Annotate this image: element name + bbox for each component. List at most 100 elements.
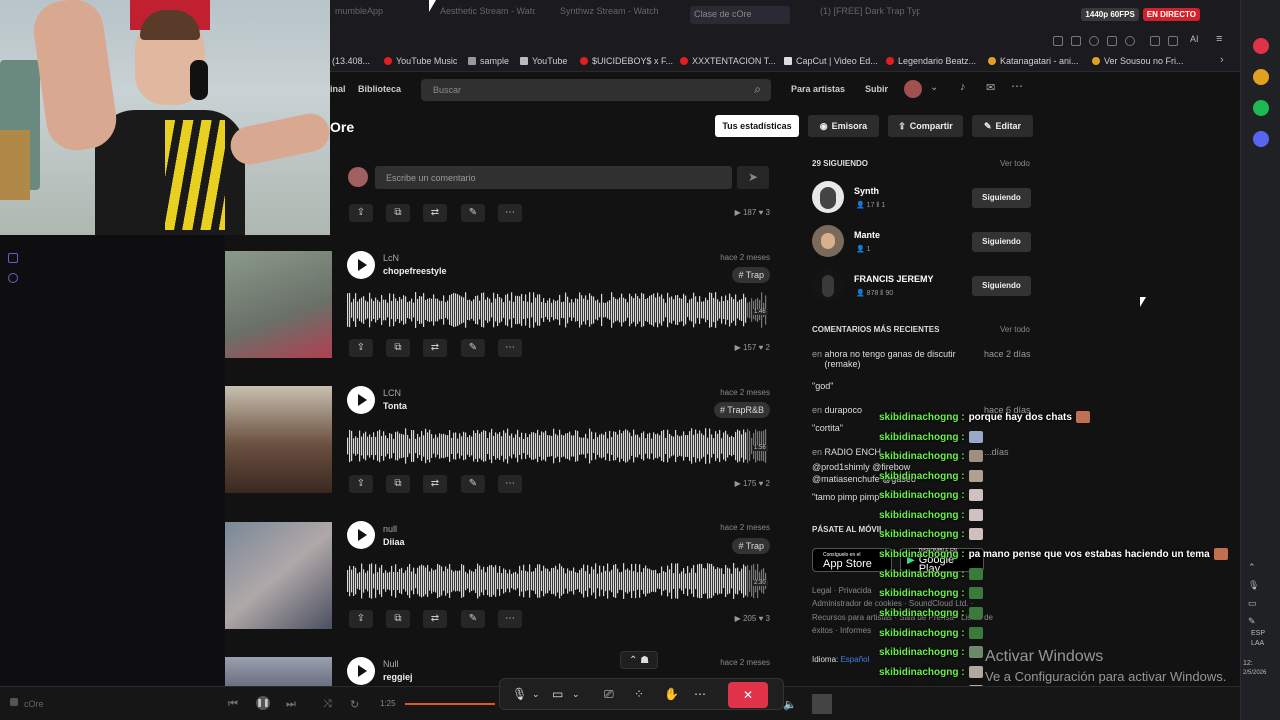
share-icon[interactable]: ⇪ (349, 204, 373, 222)
pen-icon[interactable]: ✎ (1248, 616, 1256, 627)
chat-username[interactable]: skibidinachogng : (879, 608, 965, 619)
spotify-icon[interactable] (1253, 100, 1269, 116)
browser-tab[interactable]: mumbleApp (335, 6, 405, 24)
track-artist[interactable]: null (383, 524, 397, 534)
sidebar-icon[interactable] (8, 253, 18, 263)
mail-icon[interactable]: ✉ (986, 81, 995, 94)
browser-tab-active[interactable]: Clase de cOre (690, 6, 790, 24)
pencil-icon[interactable]: ✎ (461, 339, 485, 357)
track-title[interactable]: Tonta (383, 401, 407, 411)
play-button[interactable] (347, 386, 375, 414)
track-tag[interactable]: # Trap (732, 538, 770, 554)
screenshot-icon[interactable] (1071, 36, 1081, 46)
track-artwork[interactable] (225, 657, 332, 686)
comment-track[interactable]: en RADIO ENCH... (812, 447, 889, 457)
avatar[interactable] (812, 225, 844, 257)
clock-time[interactable]: 12: (1243, 660, 1253, 667)
language-selector[interactable]: Idioma: Español (812, 655, 869, 664)
library-link[interactable]: Biblioteca (358, 84, 401, 94)
track-title[interactable]: chopefreestyle (383, 266, 447, 276)
hand-icon[interactable]: ✋ (664, 687, 679, 701)
stats-button[interactable]: Tus estadísticas (715, 115, 799, 137)
shield-icon[interactable] (1089, 36, 1099, 46)
repeat-icon[interactable]: ↻ (350, 698, 359, 711)
search-input[interactable]: Buscar ⌕ (421, 79, 771, 101)
see-all-link[interactable]: Ver todo (1000, 325, 1030, 334)
play-button[interactable] (347, 657, 375, 685)
gear-icon[interactable] (8, 273, 18, 283)
browser-tab[interactable]: Aesthetic Stream - Watch L (440, 6, 535, 24)
share-icon[interactable]: ⇪ (349, 610, 373, 628)
language-indicator[interactable]: ESP (1251, 630, 1265, 637)
bookmark-item[interactable]: Katanagatari - ani... (988, 56, 1079, 66)
sidebar-app-icon[interactable] (1253, 38, 1269, 54)
avatar[interactable] (812, 181, 844, 213)
bookmark-icon[interactable] (1053, 36, 1063, 46)
display-icon[interactable]: ▭ (1248, 598, 1257, 609)
track-artwork[interactable] (225, 251, 332, 358)
discord-icon[interactable] (1253, 131, 1269, 147)
chevron-up-icon[interactable]: ⌃ (1248, 562, 1256, 573)
following-button[interactable]: Siguiendo (972, 276, 1031, 296)
copy-icon[interactable]: ⧉ (386, 475, 410, 493)
copy-icon[interactable]: ⧉ (386, 610, 410, 628)
edit-button[interactable]: ✎ Editar (972, 115, 1033, 137)
share-icon[interactable]: ⇪ (349, 475, 373, 493)
track-artwork[interactable] (225, 522, 332, 629)
bookmark-item[interactable]: Legendario Beatz... (886, 56, 976, 66)
chevron-down-icon[interactable]: ⌄ (532, 689, 540, 700)
play-icon[interactable] (1107, 36, 1117, 46)
progress-bar[interactable] (405, 703, 495, 705)
track-title[interactable]: Diiaa (383, 537, 405, 547)
previous-icon[interactable]: ⏮ (228, 698, 238, 711)
play-button[interactable] (347, 521, 375, 549)
share-button[interactable]: ⇪ Compartir (888, 115, 963, 137)
pencil-icon[interactable]: ✎ (461, 475, 485, 493)
current-track-artwork[interactable] (812, 694, 832, 714)
more-icon[interactable]: ⋯ (694, 687, 706, 701)
chat-username[interactable]: skibidinachogng : (879, 529, 965, 540)
following-name[interactable]: Mante (854, 230, 880, 240)
nav-link[interactable]: inal (330, 84, 346, 94)
pencil-icon[interactable]: ✎ (461, 204, 485, 222)
bookmark-item[interactable]: YouTube (520, 56, 567, 66)
end-call-button[interactable]: ✕ (728, 682, 768, 708)
repost-icon[interactable]: ⇄ (423, 339, 447, 357)
shuffle-icon[interactable]: ⤨ (323, 698, 332, 711)
avatar[interactable] (904, 80, 922, 98)
menu-icon[interactable]: ≡ (1216, 33, 1222, 45)
track-title[interactable]: reggiej (383, 672, 413, 682)
comment-track[interactable]: en durapoco (812, 405, 862, 415)
browser-tab[interactable]: Synthwz Stream - Watch (560, 6, 660, 24)
next-icon[interactable]: ⏭ (286, 698, 296, 711)
volume-icon[interactable]: 🔈 (783, 698, 797, 711)
more-icon[interactable]: ⋯ (1011, 79, 1023, 93)
bookmark-item[interactable]: sample (468, 56, 509, 66)
download-icon[interactable] (1168, 36, 1178, 46)
bookmark-item[interactable]: XXXTENTACION T... (680, 56, 776, 66)
following-button[interactable]: Siguiendo (972, 232, 1031, 252)
language-indicator[interactable]: LAA (1251, 640, 1264, 647)
pencil-icon[interactable]: ✎ (461, 610, 485, 628)
track-artist[interactable]: LcN (383, 253, 399, 263)
repost-icon[interactable]: ⇄ (423, 610, 447, 628)
pause-icon[interactable]: ❚❚ (256, 696, 270, 710)
chat-username[interactable]: skibidinachogng : (879, 647, 965, 658)
track-artist[interactable]: LCN (383, 388, 401, 398)
clock-date[interactable]: 2/5/2026 (1243, 670, 1266, 676)
following-button[interactable]: Siguiendo (972, 188, 1031, 208)
chat-username[interactable]: skibidinachogng : (879, 451, 965, 462)
mic-icon[interactable]: 🎙 (1248, 580, 1259, 591)
comment-track[interactable]: en ahora no tengo ganas de discutir (rem… (812, 349, 985, 369)
chevron-down-icon[interactable]: ⌄ (572, 689, 580, 700)
microphone-icon[interactable]: 🎙 (512, 687, 527, 701)
copy-icon[interactable]: ⧉ (386, 339, 410, 357)
bookmark-item[interactable]: CapCut | Video Ed... (784, 56, 878, 66)
footer-links[interactable]: éxitos · Informes (812, 626, 871, 635)
following-name[interactable]: FRANCIS JEREMY (854, 274, 934, 284)
search-icon[interactable]: ⌕ (754, 82, 761, 97)
camera-off-icon[interactable]: ▭ (552, 687, 563, 701)
more-icon[interactable]: ⋯ (498, 204, 522, 222)
footer-links[interactable]: Legal · Privacida (812, 586, 872, 595)
see-all-link[interactable]: Ver todo (1000, 159, 1030, 168)
